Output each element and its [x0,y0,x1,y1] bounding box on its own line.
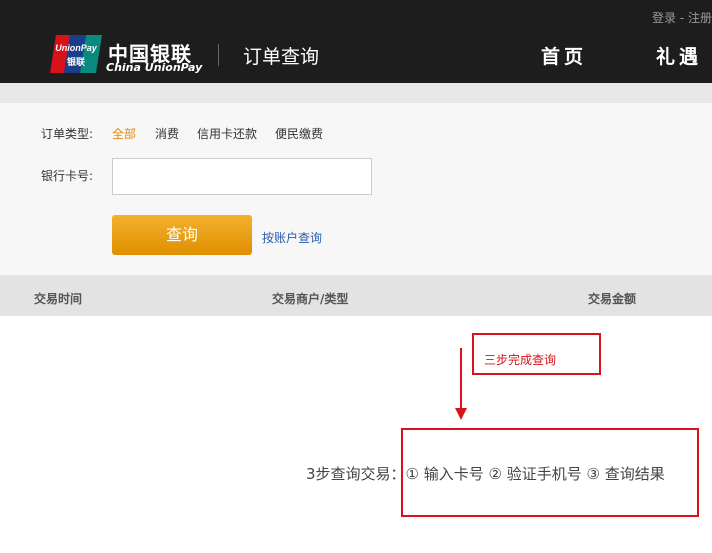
arrow-down-icon [460,348,462,411]
logo-badge-bottom: 银联 [67,56,86,68]
query-button[interactable]: 查询 [112,215,252,255]
unionpay-logo-icon[interactable]: UnionPay 银联 [48,35,104,73]
logo-badge-top: UnionPay [55,43,98,53]
column-header-time: 交易时间 [34,292,83,306]
order-type-all[interactable]: 全部 [112,125,136,142]
steps-instructions: 3步查询交易：① 输入卡号 ② 验证手机号 ③ 查询结果 [306,465,665,483]
card-number-label: 银行卡号: [41,169,94,183]
auth-separator: - [679,11,685,25]
login-link[interactable]: 登录 [652,11,676,25]
order-type-utility-payment[interactable]: 便民缴费 [275,125,323,142]
nav-home[interactable]: 首页 [541,42,587,69]
header-stripe [0,83,712,103]
register-link[interactable]: 注册 [688,11,712,25]
logo-english-name: China UnionPay [106,61,203,74]
order-type-consumption[interactable]: 消费 [155,125,179,142]
page-title: 订单查询 [243,46,320,68]
auth-links: 登录 - 注册 [652,9,712,26]
column-header-merchant: 交易商户/类型 [272,292,349,306]
order-type-label: 订单类型: [41,127,94,141]
callout-text: 三步完成查询 [484,353,557,367]
account-query-link[interactable]: 按账户查询 [262,229,322,246]
nav-gifts[interactable]: 礼遇 [656,42,702,69]
card-number-input[interactable] [112,158,372,195]
top-header: 登录 - 注册 UnionPay 银联 中国银联 China UnionPay … [0,0,712,83]
order-type-credit-repayment[interactable]: 信用卡还款 [197,125,257,142]
header-divider [218,44,219,66]
column-header-amount: 交易金额 [588,292,637,306]
arrow-head-icon [455,408,467,420]
